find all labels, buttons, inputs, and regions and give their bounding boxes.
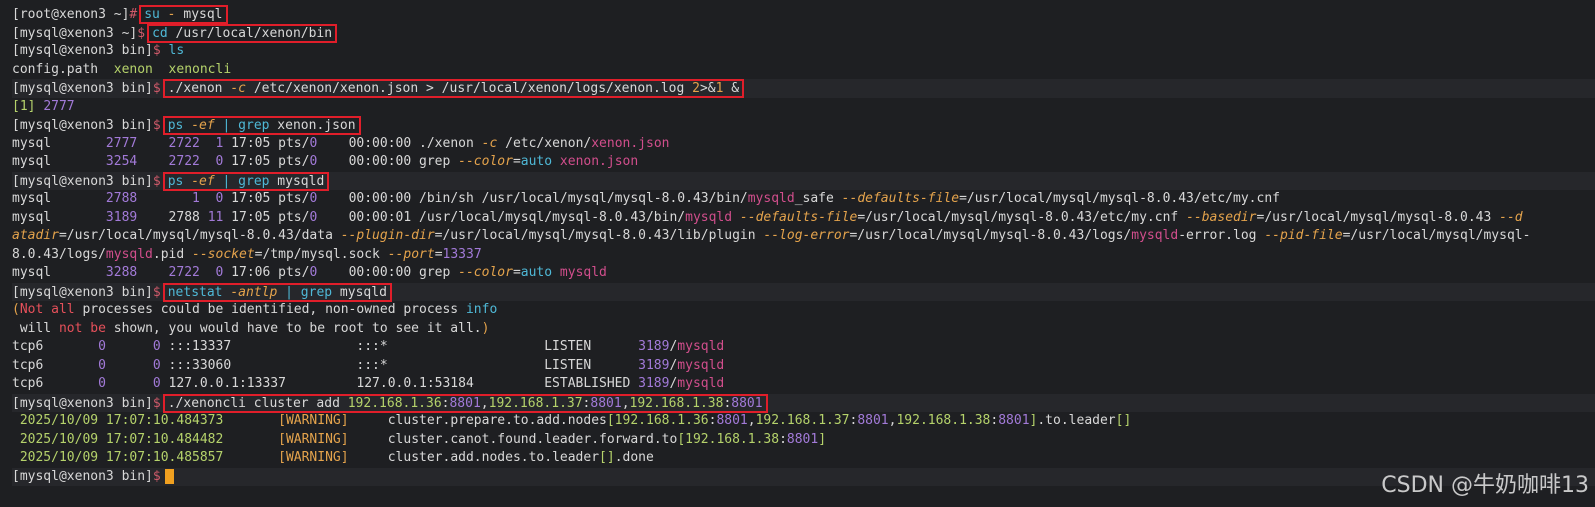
- watermark: CSDN @牛奶咖啡13: [1381, 473, 1589, 498]
- terminal-line: [mysql@xenon3 bin]$ ps -ef | grep xenon.j…: [12, 116, 1595, 135]
- command-highlight: ps -ef | grep xenon.json: [162, 116, 361, 135]
- terminal-line: [mysql@xenon3 bin]$ ls: [12, 43, 185, 58]
- command-highlight: cd /usr/local/xenon/bin: [147, 23, 338, 43]
- terminal-line: [mysql@xenon3 bin]$ ./xenon -c /etc/xenon…: [12, 79, 1595, 98]
- terminal-line: [1] 2777: [12, 98, 75, 114]
- terminal-line: 2025/10/09 17:07:10.484373 [WARNING] clu…: [19, 413, 1132, 428]
- command-highlight: su - mysql: [139, 5, 228, 24]
- command-highlight: ./xenon -c /etc/xenon/xenon.json > /usr/…: [162, 79, 745, 98]
- terminal-line: tcp6 0 0 :::33060 :::* LISTEN 3189/mysql…: [12, 357, 725, 373]
- command-highlight: netstat -antlp | grep mysqld: [162, 282, 392, 302]
- terminal-line: 8.0.43/logs/mysqld.pid --socket=/tmp/mys…: [12, 246, 482, 262]
- terminal-line: will not be shown, you would have to be …: [12, 320, 490, 336]
- terminal-line: mysql 3288 2722 0 17:06 pts/0 00:00:00 g…: [12, 265, 607, 280]
- terminal-line: 2025/10/09 17:07:10.485857 [WARNING] clu…: [19, 450, 654, 465]
- command-highlight: ps -ef | grep mysqld: [162, 171, 330, 191]
- terminal-line: tcp6 0 0 :::13337 :::* LISTEN 3189/mysql…: [12, 339, 725, 354]
- text-cursor[interactable]: [164, 468, 174, 484]
- terminal-line: 2025/10/09 17:07:10.484482 [WARNING] clu…: [19, 431, 827, 447]
- terminal-line: [mysql@xenon3 bin]$ ./xenoncli cluster ad…: [12, 393, 1595, 413]
- terminal-prompt-line[interactable]: [mysql@xenon3 bin]$: [12, 467, 1595, 486]
- terminal-line: mysql 2788 1 0 17:05 pts/0 00:00:00 /bin…: [12, 191, 1280, 206]
- terminal-line: (Not all processes could be identified, …: [12, 302, 498, 317]
- terminal-line: mysql 3254 2722 0 17:05 pts/0 00:00:00 g…: [12, 154, 639, 169]
- terminal-output[interactable]: [root@xenon3 ~]# su - mysql [mysql@xenon3…: [12, 5, 1595, 486]
- command-highlight: ./xenoncli cluster add 192.168.1.36:8801…: [162, 393, 768, 413]
- terminal-line: [mysql@xenon3 bin]$ netstat -antlp | grep…: [12, 282, 1595, 302]
- terminal-line: [root@xenon3 ~]# su - mysql: [12, 5, 1595, 24]
- terminal-line: [mysql@xenon3 ~]$ cd /usr/local/xenon/bin: [12, 23, 1595, 43]
- terminal-line: atadir=/usr/local/mysql/mysql-8.0.43/dat…: [12, 228, 1531, 243]
- terminal-line: config.path xenon xenoncli: [12, 61, 232, 77]
- terminal-line: mysql 2777 2722 1 17:05 pts/0 00:00:00 .…: [12, 135, 670, 151]
- terminal-line: mysql 3189 2788 11 17:05 pts/0 00:00:01 …: [12, 209, 1523, 225]
- terminal-line: tcp6 0 0 127.0.0.1:13337 127.0.0.1:53184…: [12, 376, 725, 391]
- terminal-line: [mysql@xenon3 bin]$ ps -ef | grep mysqld: [12, 171, 1595, 191]
